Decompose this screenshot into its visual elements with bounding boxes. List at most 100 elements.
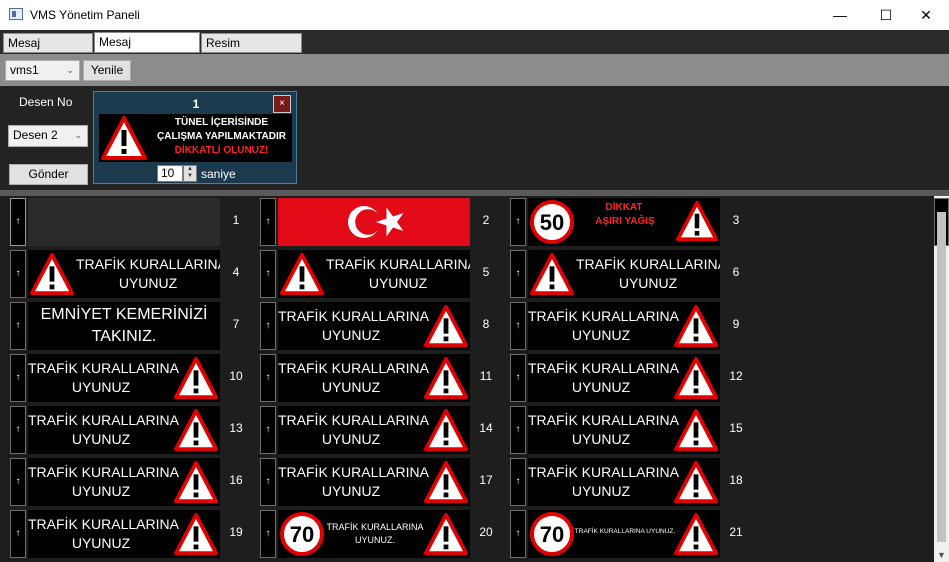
move-up-button[interactable]: ↑ [510, 354, 526, 402]
card-close-button[interactable]: × [273, 95, 291, 113]
move-up-button[interactable]: ↑ [260, 302, 276, 350]
message-cell[interactable]: ↑ TRAFİK KURALLARINA UYUNUZ 4 [0, 248, 250, 298]
move-up-button[interactable]: ↑ [10, 198, 26, 246]
message-cell[interactable]: ↑ TRAFİK KURALLARINA UYUNUZ 18 [500, 456, 750, 506]
scroll-down-icon[interactable]: ▼ [934, 550, 949, 560]
move-up-button[interactable]: ↑ [10, 250, 26, 298]
speed-value: 70 [540, 522, 564, 547]
move-up-button[interactable]: ↑ [10, 354, 26, 402]
speed-limit-icon: 50 [530, 200, 574, 244]
message-cell[interactable]: ↑ TRAFİK KURALLARINA UYUNUZ 14 [250, 404, 500, 454]
cell-line-2: UYUNUZ [71, 483, 131, 499]
cell-number: 14 [479, 421, 493, 435]
move-up-button[interactable]: ↑ [510, 510, 526, 558]
scroll-thumb[interactable] [937, 212, 946, 542]
warning-icon [101, 116, 147, 160]
card-line-2: ÇALIŞMA YAPILMAKTADIR [157, 131, 286, 142]
cell-line-2: TAKINIZ. [91, 328, 157, 345]
warning-icon [424, 356, 468, 400]
move-up-button[interactable]: ↑ [10, 510, 26, 558]
duration-stepper[interactable]: ▲ ▼ [183, 165, 197, 182]
pattern-select-value: Desen 2 [13, 128, 58, 142]
move-up-button[interactable]: ↑ [260, 510, 276, 558]
message-cell[interactable]: ↑ 1 [0, 196, 250, 246]
cell-line-2: UYUNUZ [71, 431, 131, 447]
pattern-label: Desen No [19, 95, 73, 109]
title-bar: VMS Yönetim Paneli — ☐ ✕ [0, 0, 949, 30]
cell-number: 18 [729, 473, 743, 487]
cell-number: 15 [729, 421, 743, 435]
move-up-button[interactable]: ↑ [260, 406, 276, 454]
cell-line-1: TRAFİK KURALLARINA [528, 464, 679, 480]
message-preview: TRAFİK KURALLARINA UYUNUZ [28, 406, 220, 454]
crescent-star-icon [348, 206, 404, 238]
message-cell[interactable]: ↑ TRAFİK KURALLARINA UYUNUZ 10 [0, 352, 250, 402]
message-preview: 50 DİKKAT AŞIRI YAĞIŞ [528, 198, 720, 246]
duration-input[interactable]: 10 [157, 165, 183, 182]
message-preview: 70 TRAFİK KURALLARINA UYUNUZ. [528, 510, 720, 558]
cell-line-2: UYUNUZ [71, 535, 131, 551]
move-up-button[interactable]: ↑ [510, 250, 526, 298]
send-button[interactable]: Gönder [9, 164, 88, 185]
message-cell[interactable]: ↑ TRAFİK KURALLARINA UYUNUZ 5 [250, 248, 500, 298]
chevron-down-icon: ⌄ [74, 130, 82, 140]
message-preview: TRAFİK KURALLARINA UYUNUZ [28, 458, 220, 506]
message-cell[interactable]: ↑ 2 [250, 196, 500, 246]
message-cell[interactable]: ↑ TRAFİK KURALLARINA UYUNUZ 13 [0, 404, 250, 454]
move-up-button[interactable]: ↑ [510, 198, 526, 246]
move-up-button[interactable]: ↑ [510, 302, 526, 350]
pattern-select[interactable]: Desen 2 ⌄ [8, 125, 88, 147]
message-cell[interactable]: ↑ TRAFİK KURALLARINA UYUNUZ 17 [250, 456, 500, 506]
cell-line-1: TRAFİK KURALLARINA UYUNUZ. [574, 528, 676, 535]
message-cell[interactable]: ↑ 70 TRAFİK KURALLARINA UYUNUZ. 21 [500, 508, 750, 558]
chevron-down-icon: ⌄ [66, 65, 74, 75]
message-cell[interactable]: ↑ TRAFİK KURALLARINA UYUNUZ 16 [0, 456, 250, 506]
move-up-button[interactable]: ↑ [10, 458, 26, 506]
message-preview: TRAFİK KURALLARINA UYUNUZ [528, 406, 720, 454]
warning-icon [174, 408, 218, 452]
tab-resim-olusturma[interactable]: Resim Oluşturma [201, 33, 302, 68]
message-preview: TRAFİK KURALLARINA UYUNUZ [528, 302, 720, 350]
message-cell[interactable]: ↑ TRAFİK KURALLARINA UYUNUZ 9 [500, 300, 750, 350]
message-preview: TRAFİK KURALLARINA UYUNUZ [528, 250, 720, 298]
message-cell[interactable]: ↑ 50 DİKKAT AŞIRI YAĞIŞ 3 [500, 196, 750, 246]
cell-number: 1 [232, 213, 240, 227]
move-up-button[interactable]: ↑ [260, 198, 276, 246]
message-cell[interactable]: ↑ TRAFİK KURALLARINA UYUNUZ 8 [250, 300, 500, 350]
cell-line-1: TRAFİK KURALLARINA [28, 360, 179, 376]
message-preview: TRAFİK KURALLARINA UYUNUZ [278, 302, 470, 350]
tab-mesaj-yonetimi[interactable]: Mesaj Yönetimi [3, 33, 93, 68]
warning-icon [674, 512, 718, 556]
pattern-panel: Desen No Desen 2 ⌄ Gönder 1 × TÜNEL İÇER… [0, 86, 949, 190]
move-up-button[interactable]: ↑ [510, 406, 526, 454]
move-up-button[interactable]: ↑ [260, 458, 276, 506]
message-preview: TRAFİK KURALLARINA UYUNUZ [278, 406, 470, 454]
cell-number: 10 [229, 369, 243, 383]
move-up-button[interactable]: ↑ [260, 354, 276, 402]
turkish-flag [278, 198, 470, 246]
minimize-button[interactable]: — [817, 0, 863, 30]
message-cell[interactable]: ↑ EMNİYET KEMERİNİZİ TAKINIZ. 7 [0, 300, 250, 350]
vertical-scrollbar[interactable]: ▲ ▼ [934, 196, 949, 562]
tab-mesaj-duzenleme[interactable]: Mesaj Düzenleme [94, 32, 200, 67]
cell-number: 7 [232, 317, 240, 331]
message-cell[interactable]: ↑ TRAFİK KURALLARINA UYUNUZ 15 [500, 404, 750, 454]
cell-number: 6 [732, 265, 740, 279]
message-preview: TRAFİK KURALLARINA UYUNUZ [278, 250, 470, 298]
message-cell[interactable]: ↑ TRAFİK KURALLARINA UYUNUZ 12 [500, 352, 750, 402]
message-cell[interactable]: ↑ 70 TRAFİK KURALLARINA UYUNUZ. 20 [250, 508, 500, 558]
move-up-button[interactable]: ↑ [10, 406, 26, 454]
move-up-button[interactable]: ↑ [10, 302, 26, 350]
close-button[interactable]: ✕ [903, 0, 949, 30]
device-select[interactable]: vms1 ⌄ [5, 60, 80, 81]
message-preview: TRAFİK KURALLARINA UYUNUZ [278, 458, 470, 506]
warning-icon [674, 460, 718, 504]
warning-icon [424, 304, 468, 348]
move-up-button[interactable]: ↑ [260, 250, 276, 298]
message-cell[interactable]: ↑ TRAFİK KURALLARINA UYUNUZ 11 [250, 352, 500, 402]
refresh-button[interactable]: Yenile [83, 60, 131, 81]
message-cell[interactable]: ↑ TRAFİK KURALLARINA UYUNUZ 19 [0, 508, 250, 558]
move-up-button[interactable]: ↑ [510, 458, 526, 506]
message-cell[interactable]: ↑ TRAFİK KURALLARINA UYUNUZ 6 [500, 248, 750, 298]
message-card[interactable]: 1 × TÜNEL İÇERİSİNDE ÇALIŞMA YAPILMAKTAD… [93, 91, 297, 184]
